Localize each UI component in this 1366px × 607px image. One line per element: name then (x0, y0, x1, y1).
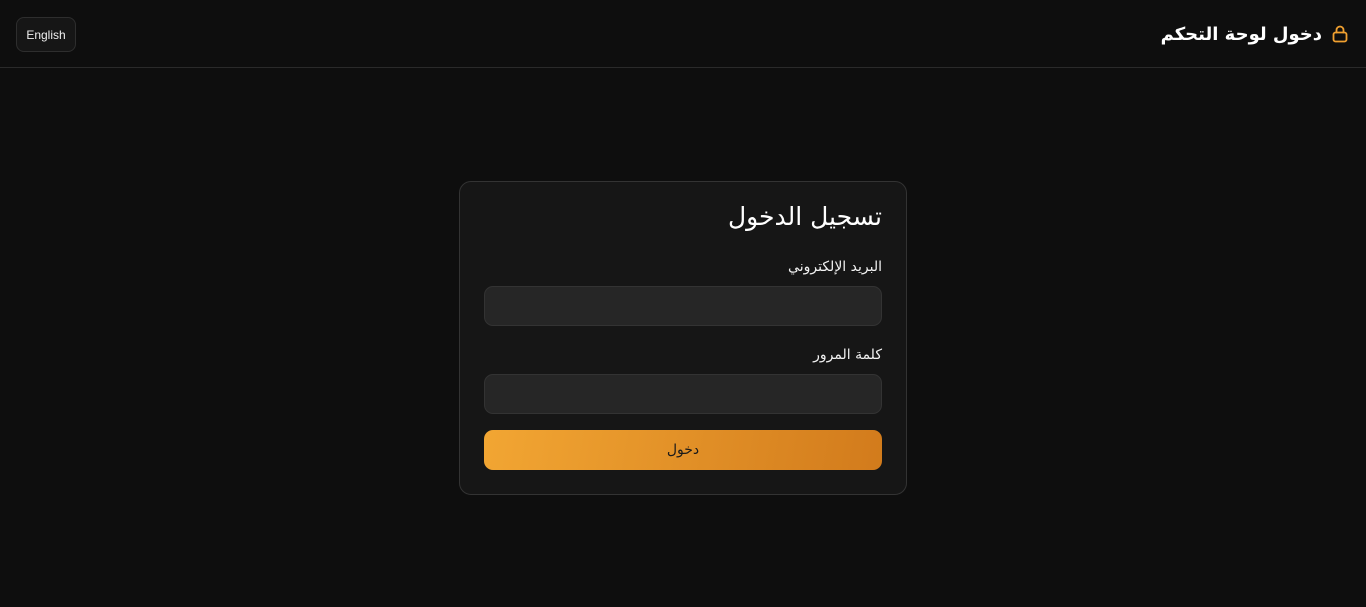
lock-icon (1330, 24, 1350, 44)
email-label: البريد الإلكتروني (788, 259, 882, 275)
page-title: دخول لوحة التحكم (1160, 23, 1322, 45)
login-title: تسجيل الدخول (727, 202, 882, 231)
password-field[interactable] (484, 374, 882, 414)
language-toggle-button[interactable]: English (16, 17, 76, 52)
password-label: كلمة المرور (813, 347, 882, 363)
top-bar: English دخول لوحة التحكم (0, 0, 1366, 68)
login-card: تسجيل الدخول البريد الإلكتروني كلمة المر… (459, 181, 907, 495)
email-field[interactable] (484, 286, 882, 326)
login-button[interactable]: دخول (484, 430, 882, 470)
brand: دخول لوحة التحكم (1161, 20, 1350, 48)
